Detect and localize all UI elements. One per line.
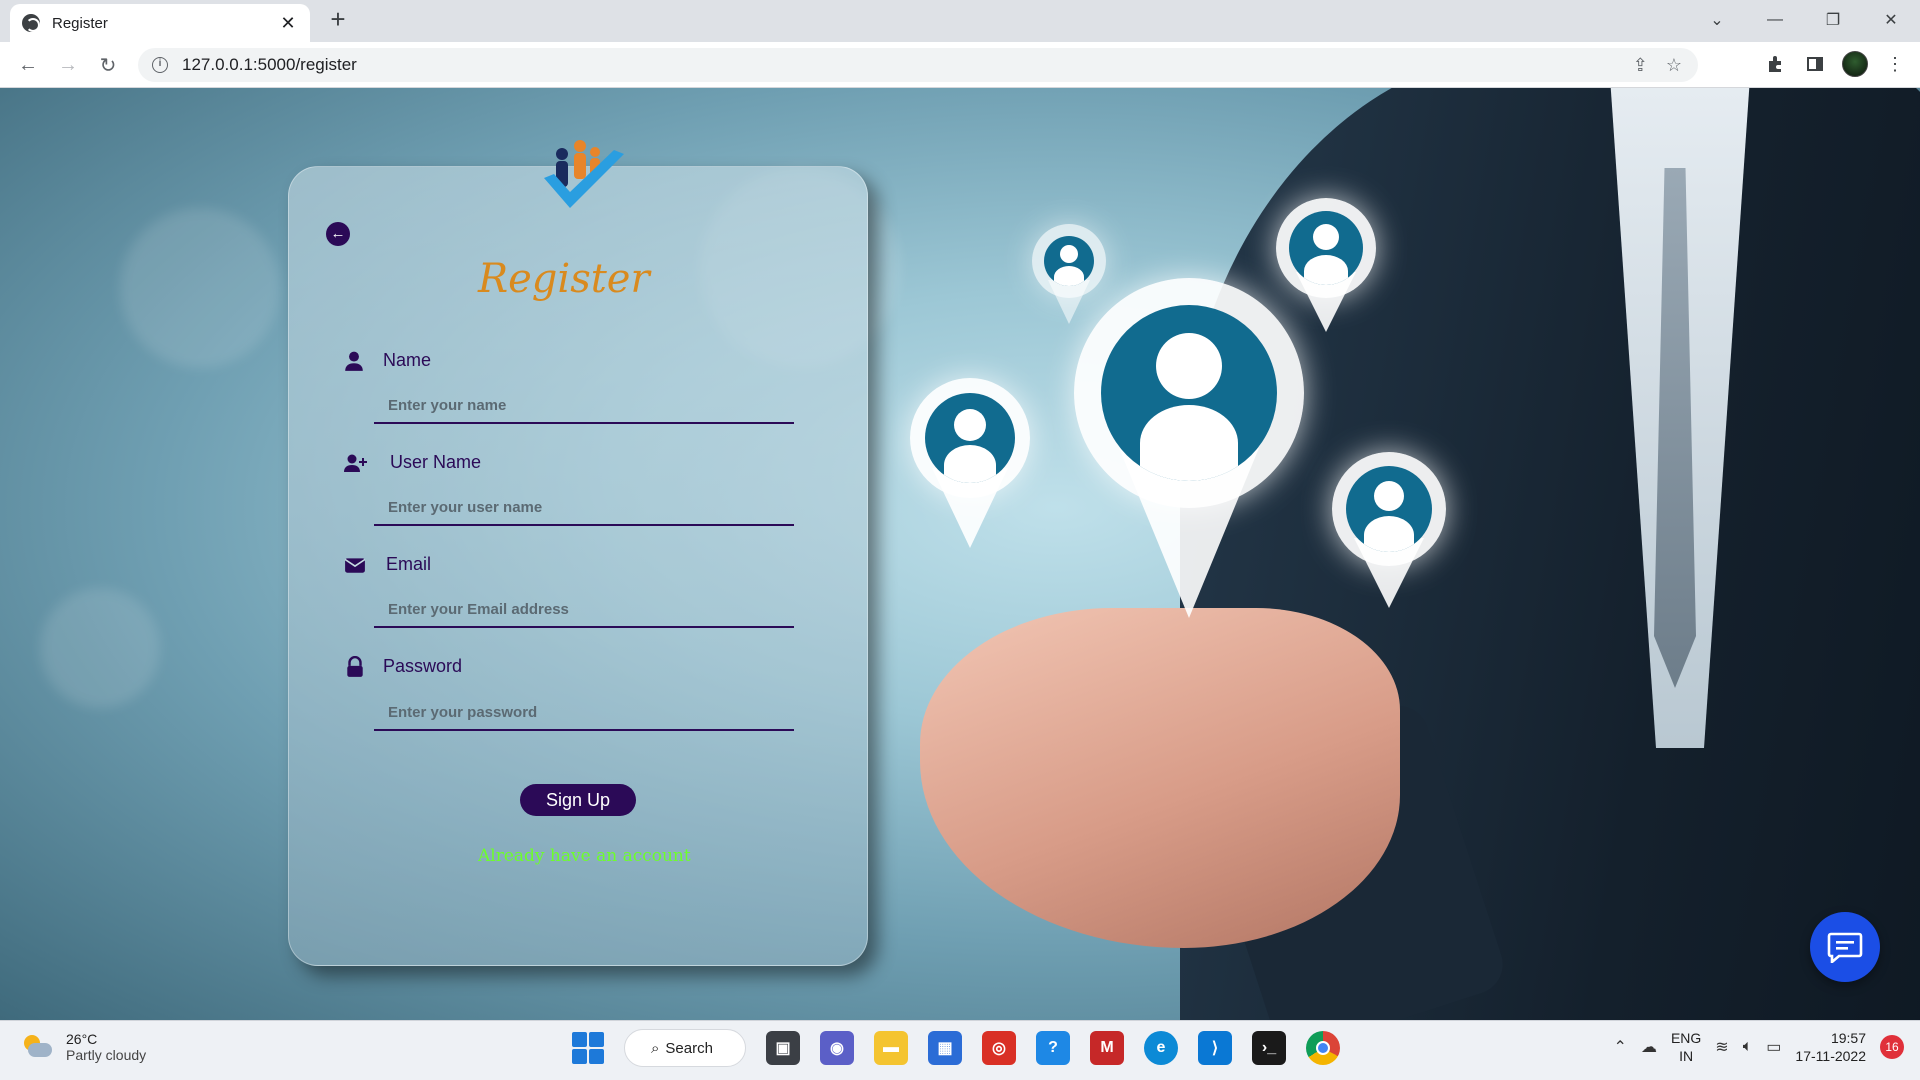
edge-browser-icon[interactable]: e	[1144, 1031, 1178, 1065]
close-window-button[interactable]: ✕	[1862, 0, 1920, 40]
browser-toolbar: ← → ↻ i 127.0.0.1:5000/register ⇪ ☆ ⋮	[0, 42, 1920, 88]
taskbar-search[interactable]: ⌕ Search	[624, 1029, 746, 1067]
user-location-pin	[1276, 198, 1376, 332]
minimize-button[interactable]: —	[1746, 0, 1804, 40]
tab-title: Register	[52, 14, 108, 32]
clock-time: 19:57	[1830, 1030, 1866, 1046]
menu-icon[interactable]: ⋮	[1882, 51, 1908, 77]
name-input[interactable]	[374, 388, 794, 424]
new-tab-button[interactable]: +	[324, 6, 352, 34]
bokeh-light	[120, 208, 280, 368]
user-location-pin	[1074, 278, 1304, 618]
browser-tabstrip: Register ✕ + ⌄ — ❐ ✕	[0, 0, 1920, 42]
back-arrow-button[interactable]: ←	[326, 222, 350, 246]
language-indicator[interactable]: ENG IN	[1671, 1029, 1701, 1065]
open-hand	[920, 608, 1400, 948]
notification-badge[interactable]: 16	[1880, 1035, 1904, 1059]
office-icon[interactable]: ◎	[982, 1031, 1016, 1065]
file-explorer-icon[interactable]: ▬	[874, 1031, 908, 1065]
envelope-icon	[344, 558, 366, 573]
username-input[interactable]	[374, 490, 794, 526]
email-label: Email	[386, 554, 432, 574]
windows-start-icon[interactable]	[572, 1032, 604, 1064]
system-tray: ⌃ ☁ ENG IN ≋ 🔈︎ ▭ 19:57 17-11-2022 16	[1614, 1029, 1904, 1065]
chat-icon	[1827, 932, 1863, 963]
lock-icon	[347, 656, 363, 677]
user-location-pin	[1032, 224, 1106, 324]
browser-tab[interactable]: Register ✕	[10, 4, 310, 42]
username-label: User Name	[390, 452, 482, 472]
region-code: IN	[1679, 1048, 1694, 1064]
teams-chat-icon[interactable]: ◉	[820, 1031, 854, 1065]
user-icon	[345, 351, 363, 371]
onedrive-cloud-icon[interactable]: ☁	[1641, 1037, 1657, 1057]
microsoft-store-icon[interactable]: ▦	[928, 1031, 962, 1065]
clock-date: 17-11-2022	[1795, 1048, 1866, 1064]
tab-search-button[interactable]: ⌄	[1688, 0, 1746, 40]
extensions-icon[interactable]	[1762, 51, 1788, 77]
bokeh-light	[40, 588, 160, 708]
globe-icon	[22, 14, 40, 32]
page-title: Register	[478, 256, 650, 302]
reload-button[interactable]: ↻	[94, 51, 122, 79]
wifi-icon[interactable]: ≋	[1715, 1037, 1728, 1057]
user-plus-icon	[344, 454, 367, 472]
chevron-up-icon[interactable]: ⌃	[1614, 1037, 1627, 1057]
chat-button[interactable]	[1810, 912, 1880, 982]
name-label: Name	[383, 350, 432, 370]
user-location-pin	[1332, 452, 1446, 608]
chrome-browser-icon[interactable]	[1306, 1031, 1340, 1065]
mcafee-icon[interactable]: M	[1090, 1031, 1124, 1065]
restore-button[interactable]: ❐	[1804, 0, 1862, 40]
app-logo	[544, 140, 624, 208]
share-icon[interactable]: ⇪	[1633, 55, 1648, 76]
url-text[interactable]: 127.0.0.1:5000/register	[182, 55, 357, 75]
login-link[interactable]: Already have an account	[478, 846, 691, 866]
site-info-icon[interactable]: i	[152, 57, 168, 73]
page-background: ← Register Name User Name Email Password…	[0, 88, 1920, 1020]
close-tab-button[interactable]: ✕	[278, 13, 298, 34]
sign-up-button[interactable]: Sign Up	[520, 784, 636, 816]
bookmark-star-icon[interactable]: ☆	[1666, 55, 1682, 76]
search-icon: ⌕	[651, 1039, 660, 1057]
language-code: ENG	[1670, 1030, 1702, 1046]
temperature: 26°C	[66, 1031, 98, 1047]
windows-taskbar: 26°C Partly cloudy ⌕ Search ▣ ◉ ▬ ▦ ◎ ? …	[0, 1020, 1920, 1080]
volume-icon[interactable]: 🔈︎	[1743, 1038, 1753, 1056]
password-label: Password	[383, 656, 463, 676]
weather-widget[interactable]: 26°C Partly cloudy	[22, 1031, 146, 1063]
taskbar-search-label: Search	[665, 1039, 713, 1057]
profile-avatar[interactable]	[1842, 51, 1868, 77]
task-view-icon[interactable]: ▣	[766, 1031, 800, 1065]
partly-cloudy-icon	[22, 1035, 52, 1059]
taskbar-apps: ⌕ Search ▣ ◉ ▬ ▦ ◎ ? M e ⟩ ›_	[572, 1029, 1340, 1067]
vscode-icon[interactable]: ⟩	[1198, 1031, 1232, 1065]
password-input[interactable]	[374, 695, 794, 731]
window-controls: ⌄ — ❐ ✕	[1688, 0, 1920, 40]
clock[interactable]: 19:57 17-11-2022	[1795, 1029, 1866, 1065]
weather-description: Partly cloudy	[66, 1047, 147, 1063]
user-location-pin	[910, 378, 1030, 548]
battery-icon[interactable]: ▭	[1766, 1037, 1781, 1057]
email-input[interactable]	[374, 592, 794, 628]
help-icon[interactable]: ?	[1036, 1031, 1070, 1065]
terminal-icon[interactable]: ›_	[1252, 1031, 1286, 1065]
back-nav-button[interactable]: ←	[14, 51, 42, 79]
forward-nav-button[interactable]: →	[54, 51, 82, 79]
side-panel-icon[interactable]	[1802, 51, 1828, 77]
address-bar[interactable]: i 127.0.0.1:5000/register ⇪ ☆	[138, 48, 1698, 82]
